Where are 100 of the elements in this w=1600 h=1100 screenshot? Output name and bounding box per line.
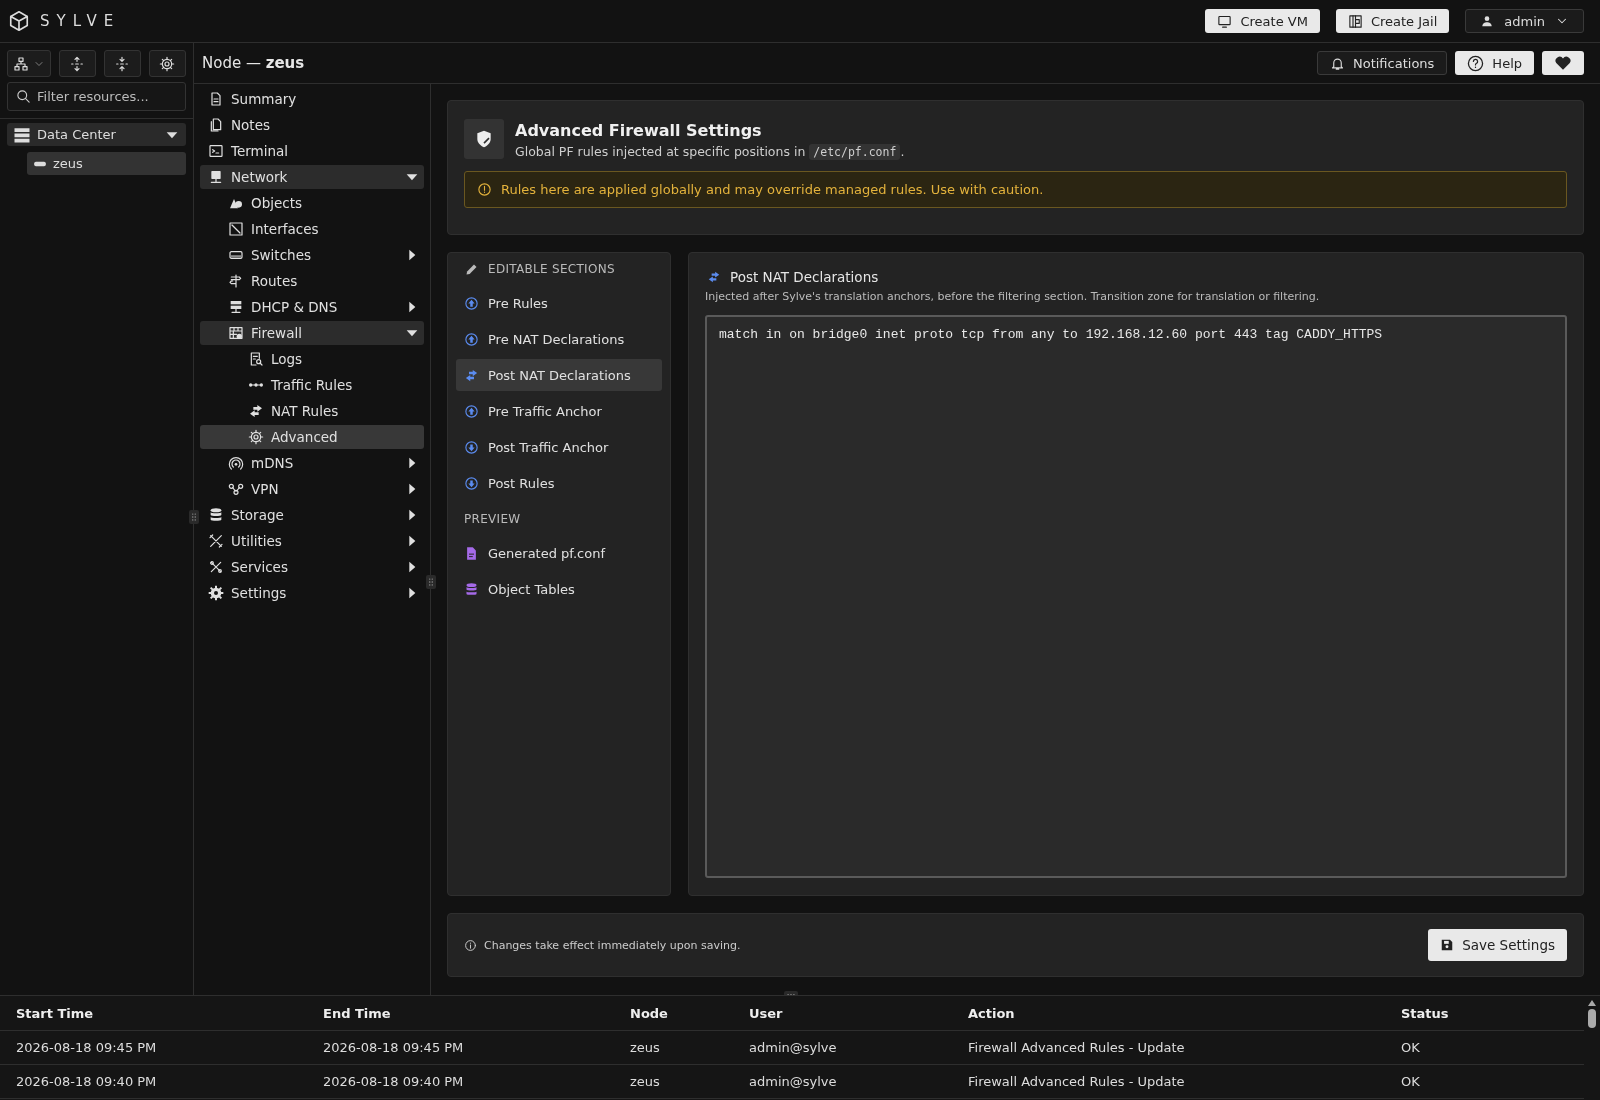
column-header[interactable]: User xyxy=(733,996,952,1031)
table-cell: OK xyxy=(1385,1030,1584,1065)
brick-wall-icon xyxy=(228,325,244,341)
shield-icon xyxy=(474,129,494,149)
nav-item[interactable]: Logs xyxy=(200,347,424,371)
column-header[interactable]: End Time xyxy=(307,996,614,1031)
nav-item[interactable]: mDNS xyxy=(200,451,424,475)
arrow-down-circle-icon xyxy=(464,475,479,491)
broadcast-icon xyxy=(228,455,244,471)
tools-icon xyxy=(208,533,224,549)
page-subtitle: Global PF rules injected at specific positions in /etc/pf.conf . xyxy=(515,144,905,159)
column-header[interactable]: Action xyxy=(952,996,1385,1031)
preview-item[interactable]: Object Tables xyxy=(456,573,662,605)
scrollbar-thumb[interactable] xyxy=(1588,1009,1596,1028)
preview-item[interactable]: Generated pf.conf xyxy=(456,537,662,569)
tree-item[interactable]: Data Center xyxy=(7,123,186,146)
brand-name: SYLVE xyxy=(40,12,121,30)
section-item[interactable]: Post Rules xyxy=(456,467,662,499)
swap-arrows-icon xyxy=(464,367,479,383)
search-field[interactable]: Filter resources... xyxy=(7,82,186,111)
nav-item[interactable]: NAT Rules xyxy=(200,399,424,423)
section-item[interactable]: Pre Rules xyxy=(456,287,662,319)
page-title: Advanced Firewall Settings xyxy=(515,121,763,140)
section-item[interactable]: Post NAT Declarations xyxy=(456,359,662,391)
swap-arrows-icon xyxy=(707,270,721,284)
search-icon xyxy=(16,89,31,104)
section-item[interactable]: Pre Traffic Anchor xyxy=(456,395,662,427)
nav-item[interactable]: Settings xyxy=(200,581,424,605)
section-heading: PREVIEW xyxy=(464,512,521,526)
nav-item[interactable]: Storage xyxy=(200,503,424,527)
editor-title: Post NAT Declarations xyxy=(730,269,879,285)
save-button[interactable]: Save Settings xyxy=(1428,929,1567,961)
settings-icon xyxy=(208,585,224,601)
save-icon xyxy=(1440,938,1455,952)
nav-item[interactable]: Summary xyxy=(200,87,424,111)
nav-item[interactable]: Notes xyxy=(200,113,424,137)
file-icon xyxy=(464,545,479,561)
nav-item[interactable]: Objects xyxy=(200,191,424,215)
nav-item[interactable]: Utilities xyxy=(200,529,424,553)
gear-icon xyxy=(248,429,264,445)
expand-icon xyxy=(69,55,86,72)
help-icon xyxy=(1467,54,1485,72)
section-item[interactable]: Pre NAT Declarations xyxy=(456,323,662,355)
help-button[interactable]: Help xyxy=(1455,51,1534,75)
table-cell: 2026-08-18 09:45 PM xyxy=(307,1030,614,1065)
section-heading: EDITABLE SECTIONS xyxy=(488,262,615,276)
table-cell: Firewall Advanced Rules - Update xyxy=(952,1064,1385,1099)
footer-note: Changes take effect immediately upon saving. xyxy=(484,938,741,952)
nav-item[interactable]: Network xyxy=(200,165,424,189)
hierarchy-icon xyxy=(12,55,29,72)
nav-item[interactable]: Interfaces xyxy=(200,217,424,241)
jail-icon xyxy=(1347,13,1363,29)
settings-icon xyxy=(159,55,176,72)
collapse-all-button[interactable] xyxy=(103,50,141,77)
bell-icon xyxy=(1330,55,1345,71)
server-icon xyxy=(228,299,244,315)
nav-item[interactable]: VPN xyxy=(200,477,424,501)
nav-item[interactable]: Firewall xyxy=(200,321,424,345)
create-button[interactable]: Create Jail xyxy=(1335,9,1450,33)
editor-description: Injected after Sylve's translation anchors, before the filtering section. Transition zone for translation or filtering. xyxy=(705,290,1321,303)
info-icon xyxy=(464,938,477,952)
table-cell: zeus xyxy=(614,1064,733,1099)
tree-view-button[interactable] xyxy=(7,50,51,77)
pages-icon xyxy=(208,117,224,133)
nodes-icon xyxy=(228,481,244,497)
settings-button[interactable] xyxy=(148,50,186,77)
user-menu-button[interactable]: admin xyxy=(1465,9,1584,33)
rules-editor[interactable]: match in on bridge0 inet proto tcp from any to 192.168.12.60 port 443 tag CADDY_HTTPS xyxy=(705,315,1567,878)
arrow-up-icon[interactable] xyxy=(1588,1000,1596,1006)
notifications-button[interactable]: Notifications xyxy=(1317,51,1448,75)
nav-item[interactable]: Traffic Rules xyxy=(200,373,424,397)
warning-text: Rules here are applied globally and may override managed rules. Use with caution. xyxy=(501,182,1044,197)
nav-item[interactable]: Services xyxy=(200,555,424,579)
create-button[interactable]: Create VM xyxy=(1205,9,1320,33)
nav-item[interactable]: Advanced xyxy=(200,425,424,449)
nav-item[interactable]: Terminal xyxy=(200,139,424,163)
nav-item[interactable]: Routes xyxy=(200,269,424,293)
column-header[interactable]: Start Time xyxy=(0,996,307,1031)
column-header[interactable]: Status xyxy=(1385,996,1584,1031)
database-icon xyxy=(464,581,479,597)
nav-item[interactable]: Switches xyxy=(200,243,424,267)
resize-handle-icon xyxy=(189,512,199,522)
terminal-icon xyxy=(208,143,224,159)
arrow-up-circle-icon xyxy=(464,403,479,419)
signpost-icon xyxy=(228,273,244,289)
column-header[interactable]: Node xyxy=(614,996,733,1031)
table-cell: OK xyxy=(1385,1064,1584,1099)
table-cell: zeus xyxy=(614,1030,733,1065)
tree-item[interactable]: zeus xyxy=(27,152,186,175)
favorite-button[interactable] xyxy=(1542,51,1584,75)
database-icon xyxy=(208,507,224,523)
table-cell: Firewall Advanced Rules - Update xyxy=(952,1030,1385,1065)
cube-logo-icon xyxy=(8,10,30,32)
server-rack-icon xyxy=(13,125,31,144)
expand-all-button[interactable] xyxy=(58,50,96,77)
node-title: Node — zeus xyxy=(202,54,305,72)
table-cell: 2026-08-18 09:45 PM xyxy=(0,1030,307,1065)
resize-handle-icon xyxy=(426,577,436,587)
section-item[interactable]: Post Traffic Anchor xyxy=(456,431,662,463)
nav-item[interactable]: DHCP & DNS xyxy=(200,295,424,319)
